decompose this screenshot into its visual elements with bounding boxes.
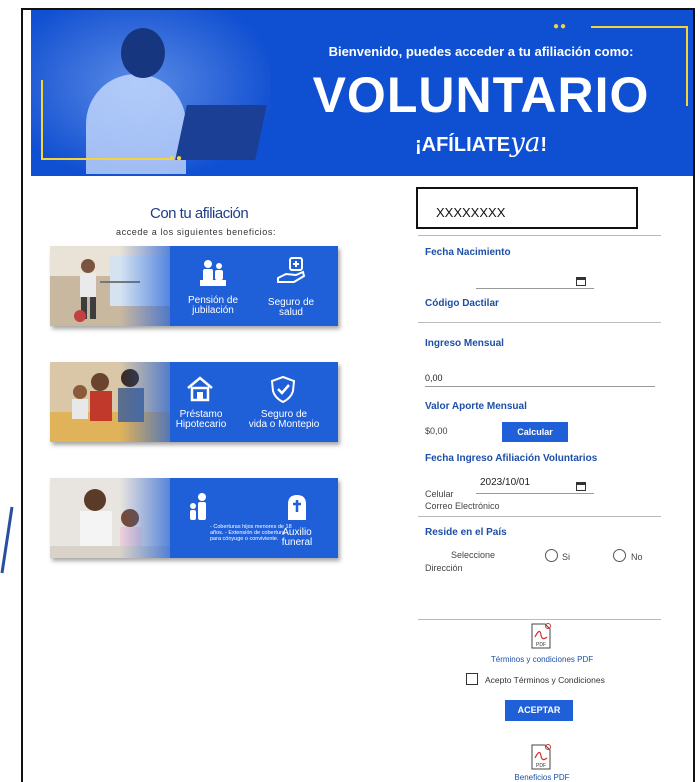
card-label: Seguro de vida o Montepio	[246, 410, 322, 430]
card-label: Auxilio funeral	[266, 528, 328, 548]
banner-accent-line	[686, 26, 688, 106]
terms-pdf-link[interactable]: Términos y condiciones PDF	[470, 655, 614, 664]
affiliation-date-label: Fecha Ingreso Afiliación Voluntarios	[425, 453, 598, 464]
banner-accent-line	[41, 158, 171, 160]
username-display[interactable]: XXXXXXXX	[416, 187, 638, 229]
frame-border-right	[693, 8, 695, 782]
frame-border-left	[21, 8, 23, 782]
contribution-label: Valor Aporte Mensual	[425, 401, 527, 412]
divider	[418, 516, 661, 517]
banner-slogan: ¡AFÍLIATEya!	[281, 128, 681, 158]
background-mark	[0, 506, 14, 574]
banner-dots: ●●	[553, 21, 568, 32]
card-label: Préstamo Hipotecario	[170, 410, 232, 430]
card-label-line: Hipotecario	[175, 419, 227, 430]
page: ●● ●● Bienvenido, puedes acceder a tu af…	[0, 0, 700, 782]
hero-banner: ●● ●● Bienvenido, puedes acceder a tu af…	[31, 10, 693, 176]
shield-check-icon	[270, 375, 296, 404]
pdf-badge: PDF	[536, 763, 546, 769]
benefits-subtitle: accede a los siguientes beneficios:	[116, 227, 277, 237]
calendar-icon[interactable]	[576, 481, 586, 491]
family-icon	[190, 493, 206, 520]
radio-yes-label: Si	[562, 552, 571, 562]
banner-dots: ●●	[169, 153, 184, 164]
phone-label: Celular	[425, 489, 454, 499]
card-label: Pensión de jubilación	[182, 296, 244, 316]
slogan-script: ya	[510, 128, 541, 158]
income-label: Ingreso Mensual	[425, 338, 504, 349]
benefit-card: Préstamo Hipotecario Seguro de vida o Mo…	[50, 362, 338, 442]
radio-yes[interactable]	[545, 549, 558, 562]
fingerprint-code-label: Código Dactilar	[425, 298, 499, 309]
health-hand-icon	[277, 257, 306, 283]
calculate-button[interactable]: Calcular	[502, 422, 568, 442]
pdf-icon[interactable]: PDF	[530, 744, 552, 770]
card-label-line: vida o Montepio	[248, 419, 320, 430]
pdf-icon[interactable]: PDF	[530, 623, 552, 649]
address-label: Dirección	[425, 563, 463, 573]
contribution-value: $0,00	[425, 426, 448, 436]
card-fade	[120, 478, 190, 558]
card-label-line: salud	[279, 307, 303, 318]
slogan-main: ¡AFÍLIATE	[414, 134, 511, 156]
select-label: Seleccione	[451, 550, 496, 560]
slogan-end: !	[540, 134, 548, 156]
banner-photo-laptop	[175, 105, 267, 160]
divider	[418, 235, 661, 236]
card-label-line: jubilación	[192, 305, 234, 316]
calendar-icon[interactable]	[576, 276, 586, 286]
pension-icon	[200, 260, 226, 286]
email-label: Correo Electrónico	[425, 501, 500, 511]
radio-no-label: No	[631, 552, 643, 562]
banner-accent-line	[41, 80, 43, 160]
banner-photo-person-head	[121, 28, 165, 78]
card-fade	[120, 362, 190, 442]
resides-label: Reside en el País	[425, 527, 507, 538]
accept-button[interactable]: ACEPTAR	[505, 700, 573, 721]
house-icon	[187, 376, 213, 402]
banner-title: VOLUNTARIO	[312, 67, 650, 123]
birth-date-label: Fecha Nacimiento	[425, 247, 511, 258]
accept-terms-label: Acepto Términos y Condiciones	[485, 675, 605, 685]
card-label: Seguro de salud	[260, 298, 322, 318]
banner-welcome-text: Bienvenido, puedes acceder a tu afiliaci…	[328, 44, 634, 59]
tombstone-icon	[288, 495, 306, 520]
card-fade	[120, 246, 190, 326]
benefits-title: Con tu afiliación	[150, 205, 249, 222]
benefits-pdf-link[interactable]: Beneficios PDF	[490, 773, 594, 782]
divider	[418, 619, 661, 620]
accept-terms-checkbox[interactable]	[466, 673, 478, 685]
radio-no[interactable]	[613, 549, 626, 562]
banner-accent-line	[591, 26, 687, 28]
income-input[interactable]: 0,00	[425, 370, 655, 387]
divider	[418, 322, 661, 323]
benefit-card: - Coberturas hijos menores de 18 años. -…	[50, 478, 338, 558]
pdf-badge: PDF	[536, 642, 546, 648]
card-label-line: funeral	[281, 537, 313, 548]
benefit-card: Pensión de jubilación Seguro de salud	[50, 246, 338, 326]
